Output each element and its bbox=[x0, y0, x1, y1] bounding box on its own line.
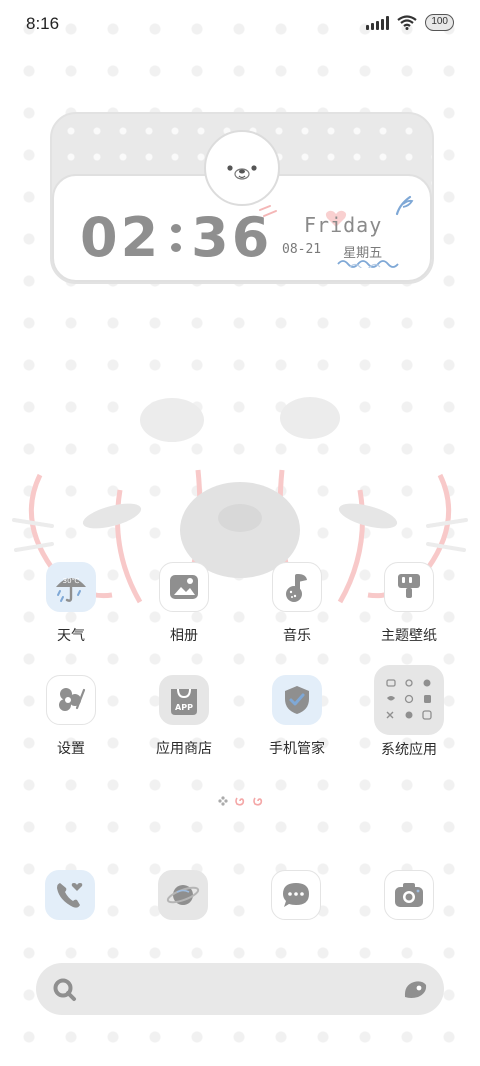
clock-time: 02 36 bbox=[80, 206, 272, 269]
theme-brush-icon bbox=[384, 562, 434, 612]
clock-hours: 02 bbox=[80, 206, 162, 269]
status-bar: 8:16 100 bbox=[0, 0, 480, 52]
app-themes[interactable]: 主题壁纸 bbox=[359, 562, 459, 645]
voice-assistant-leaf-icon[interactable] bbox=[402, 977, 428, 1001]
phone-heart-icon bbox=[57, 883, 83, 908]
music-note-icon bbox=[272, 562, 322, 612]
svg-text:30℃: 30℃ bbox=[63, 577, 80, 585]
app-weather[interactable]: 30℃ 天气 bbox=[21, 562, 121, 645]
status-icons: 100 bbox=[366, 14, 454, 31]
clock-date: 08-21 bbox=[282, 242, 322, 257]
dock-messages[interactable] bbox=[271, 870, 321, 920]
wave-underline-icon bbox=[337, 260, 399, 268]
paw-separator-icon bbox=[171, 223, 182, 252]
settings-flower-icon bbox=[46, 675, 96, 725]
app-music[interactable]: 音乐 bbox=[247, 562, 347, 645]
app-label: 手机管家 bbox=[269, 741, 325, 757]
camera-icon bbox=[395, 883, 423, 907]
page-indicator[interactable] bbox=[218, 795, 264, 807]
app-label: 主题壁纸 bbox=[381, 628, 437, 644]
app-label: 音乐 bbox=[283, 628, 311, 644]
app-phone-manager[interactable]: 手机管家 bbox=[247, 675, 347, 758]
dock-camera[interactable] bbox=[384, 870, 434, 920]
app-label: 应用商店 bbox=[156, 741, 212, 757]
security-shield-icon bbox=[272, 675, 322, 725]
app-system-folder[interactable]: 系统应用 bbox=[359, 665, 459, 759]
pink-blush-icon bbox=[259, 205, 277, 217]
app-store[interactable]: APP 应用商店 bbox=[134, 675, 234, 758]
status-time: 8:16 bbox=[26, 14, 60, 33]
feather-icon bbox=[395, 195, 414, 216]
browser-planet-icon bbox=[166, 885, 200, 905]
app-label: 设置 bbox=[57, 741, 85, 757]
search-icon bbox=[53, 978, 76, 1001]
app-label: 天气 bbox=[57, 628, 85, 644]
svg-text:APP: APP bbox=[175, 703, 193, 712]
dock-phone[interactable] bbox=[45, 870, 95, 920]
page-dot-swirl-icon bbox=[235, 797, 245, 806]
dock-browser[interactable] bbox=[158, 870, 208, 920]
search-bar[interactable] bbox=[36, 963, 444, 1015]
app-store-bag-icon: APP bbox=[159, 675, 209, 725]
battery-indicator: 100 bbox=[425, 14, 454, 31]
gallery-icon bbox=[159, 562, 209, 612]
clock-day-name: Friday bbox=[304, 213, 383, 237]
app-label: 系统应用 bbox=[381, 742, 437, 758]
weather-umbrella-icon: 30℃ bbox=[46, 562, 96, 612]
page-dot-swirl-icon bbox=[253, 797, 263, 806]
app-gallery[interactable]: 相册 bbox=[134, 562, 234, 645]
system-apps-folder-icon bbox=[374, 665, 444, 735]
cellular-signal-icon bbox=[366, 15, 390, 30]
page-dot-paw-icon bbox=[218, 796, 228, 806]
app-settings[interactable]: 设置 bbox=[21, 675, 121, 758]
seal-face-icon bbox=[204, 130, 280, 206]
messages-bubble-icon bbox=[283, 883, 309, 907]
wifi-icon bbox=[397, 15, 417, 30]
app-label: 相册 bbox=[170, 628, 198, 644]
